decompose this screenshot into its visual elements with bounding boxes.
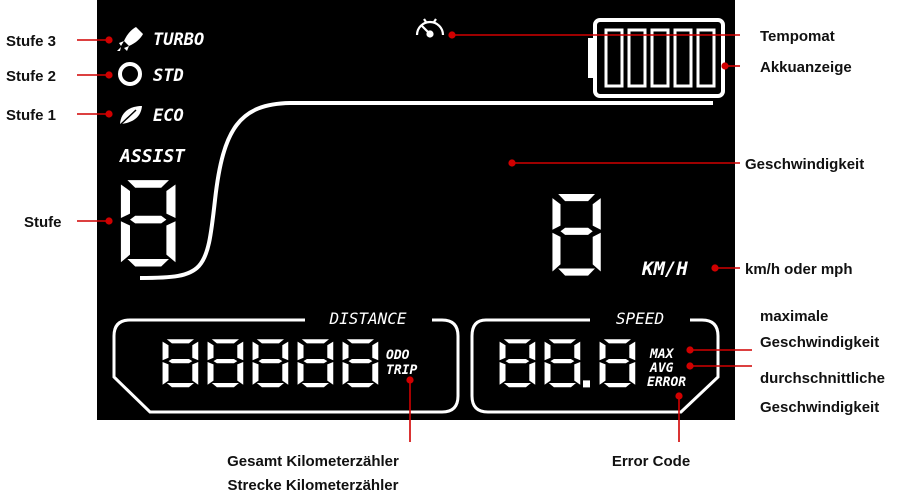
label-stufe2: Stufe 2 — [6, 68, 56, 85]
label-akku: Akkuanzeige — [760, 59, 852, 76]
label-avg-line2: Geschwindigkeit — [760, 399, 879, 416]
label-stufe: Stufe — [24, 214, 62, 231]
speed-box-label: SPEED — [616, 309, 664, 328]
label-strecke: Strecke Kilometerzähler — [228, 477, 399, 494]
label-max-line2: Geschwindigkeit — [760, 334, 879, 351]
label-max-line1: maximale — [760, 308, 828, 325]
label-kmh: km/h oder mph — [745, 261, 853, 278]
label-tempomat: Tempomat — [760, 28, 835, 45]
distance-label: DISTANCE — [328, 309, 406, 328]
lcd-diagram: TURBO STD ECO ASSIST KM/H DISTANCE ODO T… — [6, 0, 885, 494]
max-label: MAX — [649, 347, 675, 362]
trip-label: TRIP — [386, 363, 417, 378]
label-stufe3: Stufe 3 — [6, 33, 56, 50]
label-avg-line1: durchschnittliche — [760, 370, 885, 387]
avg-label: AVG — [649, 361, 674, 376]
error-label: ERROR — [647, 375, 686, 390]
unit-label: KM/H — [641, 258, 688, 280]
mode-turbo-label: TURBO — [153, 30, 204, 50]
assist-label: ASSIST — [119, 146, 186, 167]
label-stufe1: Stufe 1 — [6, 107, 56, 124]
decimal-point — [583, 380, 590, 388]
label-error-code: Error Code — [612, 453, 690, 470]
label-gesamt: Gesamt Kilometerzähler — [227, 453, 399, 470]
mode-eco-label: ECO — [153, 106, 184, 126]
label-geschwindigkeit: Geschwindigkeit — [745, 156, 864, 173]
odo-label: ODO — [386, 348, 410, 363]
mode-std-label: STD — [153, 66, 184, 86]
